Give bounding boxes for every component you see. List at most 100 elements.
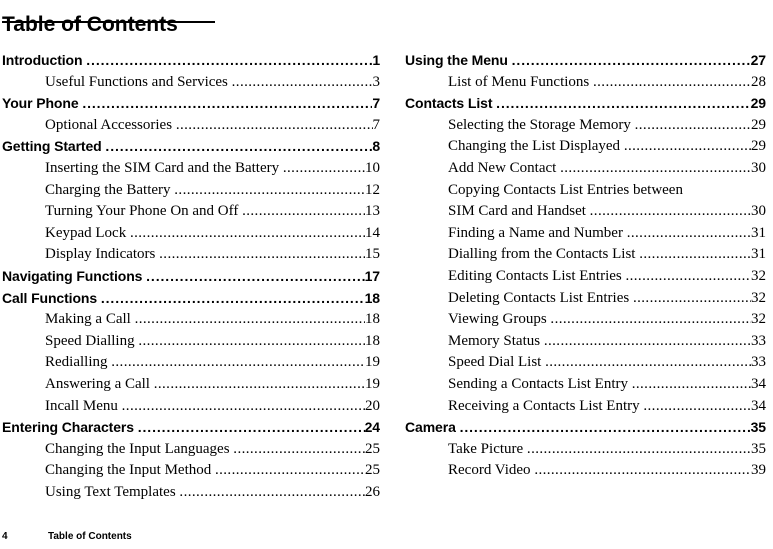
footer-running-head: Table of Contents [48, 531, 132, 542]
toc-entry[interactable]: Viewing Groups .........................… [405, 311, 766, 333]
toc-entry[interactable]: Your Phone .............................… [2, 95, 380, 117]
toc-entry[interactable]: Entering Characters ....................… [2, 419, 380, 441]
footer-page-number: 4 [2, 531, 8, 542]
toc-entry-label: Using Text Templates [45, 483, 180, 500]
toc-entry-page-number: 20 [365, 397, 380, 414]
toc-entry[interactable]: Dialling from the Contacts List ........… [405, 246, 766, 268]
toc-entry-page-number: 31 [751, 246, 766, 263]
toc-entry[interactable]: Deleting Contacts List Entries .........… [405, 290, 766, 312]
toc-leader-dots: ........................................… [82, 95, 373, 112]
toc-entry-page-number: 17 [364, 267, 380, 284]
toc-entry[interactable]: Optional Accessories ...................… [2, 117, 380, 139]
toc-entry-label: Camera [405, 419, 460, 436]
toc-entry[interactable]: Incall Menu ............................… [2, 398, 380, 420]
toc-leader-dots: ........................................… [179, 483, 365, 500]
toc-entry-label: Deleting Contacts List Entries [448, 289, 633, 306]
toc-entry[interactable]: Speed Dialling .........................… [2, 333, 380, 355]
toc-entry-label: SIM Card and Handset [448, 203, 590, 220]
toc-entry[interactable]: Sending a Contacts List Entry ..........… [405, 376, 766, 398]
toc-leader-dots: ........................................… [631, 375, 751, 392]
toc-entry-label: Keypad Lock [45, 224, 130, 241]
toc-entry[interactable]: Turning Your Phone On and Off ..........… [2, 203, 380, 225]
toc-entry[interactable]: Speed Dial List ........................… [405, 354, 766, 376]
toc-entry-page-number: 10 [365, 159, 380, 176]
toc-entry[interactable]: Getting Started ........................… [2, 138, 380, 160]
toc-entry[interactable]: Charging the Battery ...................… [2, 182, 380, 204]
toc-entry-page-number: 14 [365, 224, 380, 241]
toc-entry-label: Finding a Name and Number [448, 224, 627, 241]
toc-leader-dots: ........................................… [159, 246, 365, 263]
title-underline [2, 21, 215, 23]
toc-entry[interactable]: Display Indicators .....................… [2, 246, 380, 268]
toc-leader-dots: ........................................… [550, 311, 751, 328]
toc-entry[interactable]: Changing the Input Method ..............… [2, 462, 380, 484]
toc-entry-page-number: 19 [365, 375, 380, 392]
toc-entry[interactable]: Record Video ...........................… [405, 462, 766, 484]
toc-entry-label: Turning Your Phone On and Off [45, 203, 243, 220]
toc-entry-label: Making a Call [45, 311, 135, 328]
toc-entry-label: Receiving a Contacts List Entry [448, 397, 644, 414]
toc-entry[interactable]: Using Text Templates ...................… [2, 484, 380, 506]
toc-entry-page-number: 12 [365, 181, 380, 198]
toc-entry[interactable]: Making a Call ..........................… [2, 311, 380, 333]
toc-entry-label: Useful Functions and Services [45, 73, 232, 90]
toc-leader-dots: ........................................… [634, 116, 751, 133]
toc-entry-page-number: 33 [751, 354, 766, 371]
toc-entry-page-number: 7 [372, 116, 381, 133]
toc-leader-dots: ........................................… [242, 203, 365, 220]
toc-entry[interactable]: Add New Contact ........................… [405, 160, 766, 182]
toc-entry[interactable]: Editing Contacts List Entries ..........… [405, 268, 766, 290]
toc-entry[interactable]: Camera .................................… [405, 419, 766, 441]
toc-entry-page-number: 30 [751, 203, 766, 220]
toc-leader-dots: ........................................… [543, 332, 751, 349]
toc-entry[interactable]: Take Picture ...........................… [405, 441, 766, 463]
toc-leader-dots: ........................................… [534, 462, 751, 479]
toc-entry-page-number: 32 [751, 289, 766, 306]
toc-entry[interactable]: Answering a Call .......................… [2, 376, 380, 398]
toc-leader-dots: ........................................… [623, 138, 751, 155]
toc-entry-label: Display Indicators [45, 246, 160, 263]
toc-entry[interactable]: List of Menu Functions .................… [405, 74, 766, 96]
toc-entry[interactable]: Selecting the Storage Memory ...........… [405, 117, 766, 139]
toc-leader-dots: ........................................… [175, 116, 373, 133]
toc-entry[interactable]: Receiving a Contacts List Entry ........… [405, 398, 766, 420]
toc-entry[interactable]: Inserting the SIM Card and the Battery .… [2, 160, 380, 182]
toc-leader-dots: ........................................… [214, 462, 365, 479]
toc-entry-page-number: 25 [365, 440, 380, 457]
toc-entry[interactable]: Contacts List ..........................… [405, 95, 766, 117]
toc-entry[interactable]: Copying Contacts List Entries between ..… [405, 182, 766, 204]
toc-entry[interactable]: Finding a Name and Number ..............… [405, 225, 766, 247]
toc-entry-page-number: 32 [751, 267, 766, 284]
toc-entry[interactable]: Redialling .............................… [2, 354, 380, 376]
toc-entry-page-number: 35 [751, 440, 766, 457]
toc-entry-label: Speed Dialling [45, 332, 139, 349]
toc-leader-dots: ........................................… [233, 440, 365, 457]
toc-entry-label: Selecting the Storage Memory [448, 116, 635, 133]
toc-leader-dots: ........................................… [589, 203, 751, 220]
toc-entry-page-number: 24 [364, 419, 380, 436]
toc-entry[interactable]: SIM Card and Handset ...................… [405, 203, 766, 225]
toc-entry[interactable]: Using the Menu .........................… [405, 52, 766, 74]
toc-entry[interactable]: Changing the List Displayed ............… [405, 138, 766, 160]
toc-entry[interactable]: Keypad Lock ............................… [2, 225, 380, 247]
toc-entry[interactable]: Memory Status ..........................… [405, 333, 766, 355]
toc-entry-label: Optional Accessories [45, 116, 176, 133]
toc-leader-dots: ........................................… [100, 289, 365, 306]
toc-entry-page-number: 28 [751, 73, 766, 90]
toc-leader-dots: ........................................… [511, 52, 751, 68]
toc-entry-label: Copying Contacts List Entries between [448, 181, 687, 198]
toc-entry-page-number: 19 [365, 354, 380, 371]
toc-entry[interactable]: Useful Functions and Services ..........… [2, 74, 380, 96]
toc-entry[interactable]: Call Functions .........................… [2, 290, 380, 312]
toc-entry-label: Your Phone [2, 95, 83, 112]
toc-leader-dots: ........................................… [146, 267, 364, 284]
toc-entry[interactable]: Changing the Input Languages ...........… [2, 441, 380, 463]
toc-entry-label: Call Functions [2, 289, 101, 306]
toc-entry-page-number: 30 [751, 159, 766, 176]
toc-entry[interactable]: Introduction ...........................… [2, 52, 380, 74]
toc-entry-page-number: 15 [365, 246, 380, 263]
toc-entry[interactable]: Navigating Functions ...................… [2, 268, 380, 290]
toc-entry-label: Answering a Call [45, 375, 154, 392]
toc-entry-label: Memory Status [448, 332, 544, 349]
toc-leader-dots: ........................................… [639, 246, 751, 263]
